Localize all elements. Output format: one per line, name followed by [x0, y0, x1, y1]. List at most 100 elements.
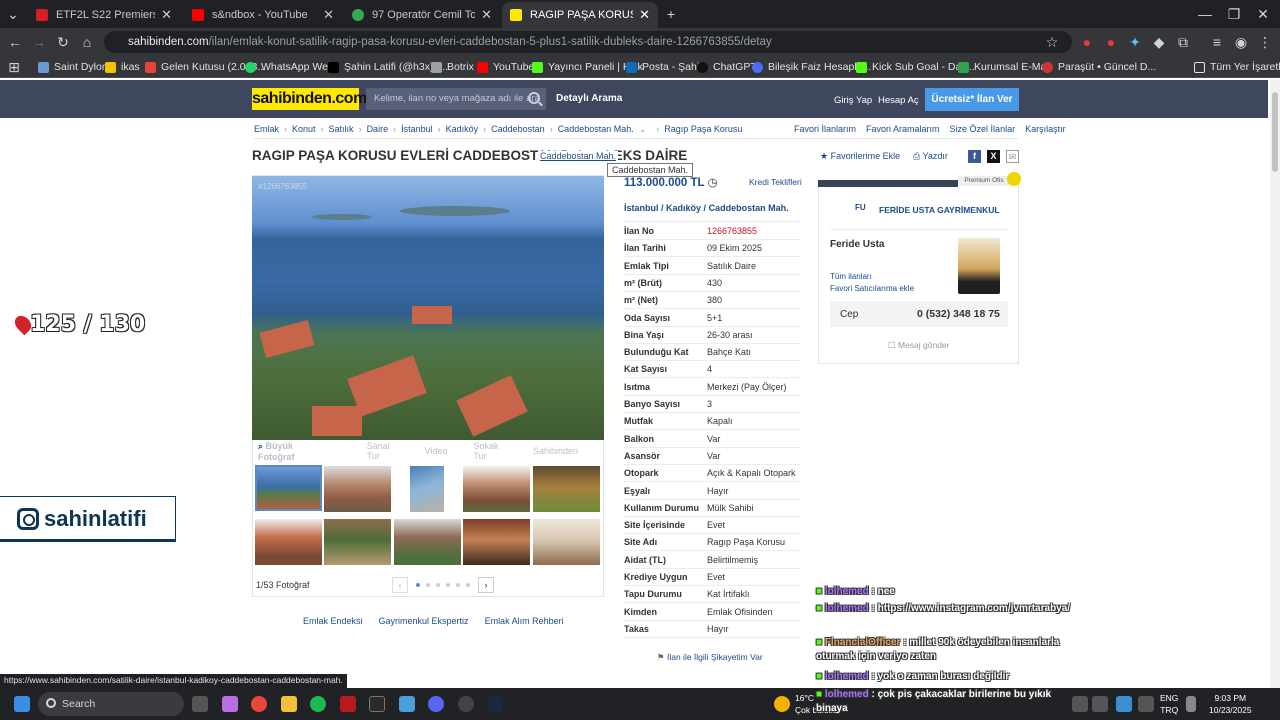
- main-listing-photo[interactable]: [252, 176, 604, 440]
- extensions-puzzle-icon[interactable]: ⧉: [1174, 33, 1192, 51]
- chrome-icon[interactable]: [251, 696, 267, 712]
- photo-thumbnail[interactable]: [324, 519, 391, 565]
- taskbar-search[interactable]: Search: [38, 692, 184, 716]
- breadcrumb-item[interactable]: Daire: [367, 124, 389, 135]
- breadcrumb-item[interactable]: Caddebostan: [491, 124, 545, 135]
- location-city[interactable]: İstanbul: [624, 203, 659, 213]
- street-tour-tab[interactable]: Sokak Tur: [473, 441, 507, 461]
- bookmark-item[interactable]: ChatGPT: [697, 59, 757, 75]
- photo-thumbnail[interactable]: [255, 519, 322, 565]
- complaint-link[interactable]: ⚑ İlan ile İlgili Şikayetim Var: [657, 652, 763, 663]
- bookmark-item[interactable]: Saint Dylon: [38, 59, 108, 75]
- browser-tab-3[interactable]: 97 Operatör Cemil Topuzlu Cd. ✕: [344, 2, 500, 28]
- page-dot[interactable]: [426, 583, 430, 587]
- profile-avatar-icon[interactable]: ◉: [1232, 33, 1250, 51]
- page-dot[interactable]: [466, 583, 470, 587]
- bookmark-item[interactable]: Botrix: [431, 59, 474, 75]
- bookmark-item[interactable]: WhatsApp Web: [245, 59, 334, 75]
- bookmark-item[interactable]: Paraşüt • Güncel D...: [1042, 59, 1156, 75]
- breadcrumb-item[interactable]: Konut: [292, 124, 316, 135]
- sahibinden-tab[interactable]: Sahibinden: [533, 446, 578, 456]
- location-neighborhood[interactable]: Caddebostan Mah.: [709, 203, 789, 213]
- back-icon[interactable]: ←: [6, 33, 24, 51]
- input-language[interactable]: ENG TRQ: [1160, 692, 1178, 716]
- post-ad-button[interactable]: Ücretsiz* İlan Ver: [925, 88, 1019, 111]
- task-view-icon[interactable]: [192, 696, 208, 712]
- compare-link[interactable]: Karşılaştır: [1025, 124, 1066, 134]
- favorite-searches-link[interactable]: Favori Aramalarım: [866, 124, 940, 134]
- sahibinden-logo[interactable]: sahibinden.com: [252, 88, 367, 110]
- breadcrumb-dropdown-link[interactable]: Caddebostan Mah.: [538, 151, 619, 161]
- breadcrumb-item[interactable]: Caddebostan Mah.: [558, 124, 634, 135]
- next-page-button[interactable]: ›: [478, 577, 494, 593]
- breadcrumb-item[interactable]: Satılık: [329, 124, 354, 135]
- bookmark-item[interactable]: YouTube: [477, 59, 534, 75]
- system-clock[interactable]: 9:03 PM 10/23/2025: [1209, 692, 1252, 716]
- browser-tab-4-active[interactable]: RAGIP PAŞA KORUSU EVLERİ C ✕: [502, 2, 658, 28]
- bookmark-item[interactable]: Kurumsal E-Mail: [958, 59, 1051, 75]
- favorite-listings-link[interactable]: Favori İlanlarım: [794, 124, 856, 134]
- login-link[interactable]: Giriş Yap: [834, 95, 872, 106]
- buying-guide-link[interactable]: Emlak Alım Rehberi: [485, 616, 564, 626]
- advanced-search-link[interactable]: Detaylı Arama: [556, 93, 622, 104]
- add-favorite-link[interactable]: ★ Favorilerime Ekle: [820, 151, 900, 162]
- discord-icon[interactable]: [428, 696, 444, 712]
- scrollbar-thumb[interactable]: [1272, 92, 1278, 172]
- apps-grid-icon[interactable]: ⊞: [5, 58, 23, 76]
- obs-icon[interactable]: [458, 696, 474, 712]
- app-icon[interactable]: [399, 696, 415, 712]
- windows-start-icon[interactable]: [14, 696, 30, 712]
- location-district[interactable]: Kadıköy: [666, 203, 701, 213]
- close-icon[interactable]: ✕: [323, 7, 334, 23]
- price-history-icon[interactable]: ◷: [708, 177, 718, 189]
- bookmark-item[interactable]: ikas: [105, 59, 140, 75]
- send-message-link[interactable]: ☐ Mesaj gönder: [888, 340, 950, 351]
- page-dot[interactable]: [456, 583, 460, 587]
- app-icon[interactable]: [340, 696, 356, 712]
- minimize-icon[interactable]: —: [1196, 5, 1214, 23]
- url-input[interactable]: sahibinden.com/ilan/emlak-konut-satilik-…: [104, 31, 1072, 53]
- reading-list-icon[interactable]: ≡: [1208, 33, 1226, 51]
- real-estate-index-link[interactable]: Emlak Endeksi: [303, 616, 363, 626]
- close-icon[interactable]: ✕: [161, 7, 172, 23]
- video-tab[interactable]: Video: [425, 446, 448, 456]
- chevron-down-icon[interactable]: ⌄: [639, 124, 647, 135]
- register-link[interactable]: Hesap Aç: [878, 95, 919, 106]
- email-icon[interactable]: ✉: [1006, 150, 1019, 163]
- restore-icon[interactable]: ❐: [1225, 5, 1243, 23]
- add-favorite-seller-link[interactable]: Favori Satıcılarıma ekle: [830, 284, 914, 293]
- spotify-icon[interactable]: [310, 696, 326, 712]
- extension-icon[interactable]: ●: [1102, 33, 1120, 51]
- tray-icon[interactable]: [1116, 696, 1132, 712]
- agency-name[interactable]: FERİDE USTA GAYRİMENKUL: [879, 205, 1000, 215]
- bookmark-item[interactable]: Kick Sub Goal - Dail...: [856, 59, 975, 75]
- page-dot-active[interactable]: [416, 583, 420, 587]
- extension-icon[interactable]: ◆: [1150, 33, 1168, 51]
- bookmark-item[interactable]: Posta - Şahin: [626, 59, 705, 75]
- virtual-tour-tab[interactable]: Sanal Tur: [367, 441, 399, 461]
- breadcrumb-item[interactable]: İstanbul: [401, 124, 433, 135]
- tray-icon[interactable]: [1092, 696, 1108, 712]
- all-ads-link[interactable]: Tüm ilanları: [830, 272, 872, 281]
- new-tab-icon[interactable]: +: [662, 5, 680, 23]
- tab-search-icon[interactable]: ⌄: [4, 5, 22, 23]
- bookmark-item[interactable]: Bileşik Faiz Hesapla...: [752, 59, 871, 75]
- menu-kebab-icon[interactable]: ⋮: [1256, 33, 1274, 51]
- forward-icon[interactable]: →: [30, 33, 48, 51]
- prev-page-button[interactable]: ‹: [392, 577, 408, 593]
- extension-icon[interactable]: ✦: [1126, 33, 1144, 51]
- page-dot[interactable]: [446, 583, 450, 587]
- print-link[interactable]: ⎙ Yazdır: [913, 151, 948, 162]
- photo-thumbnail[interactable]: [410, 466, 444, 512]
- microphone-icon[interactable]: [1138, 696, 1154, 712]
- appraisal-link[interactable]: Gayrimenkul Ekspertiz: [379, 616, 469, 626]
- search-icon[interactable]: [528, 92, 540, 104]
- x-twitter-icon[interactable]: X: [987, 150, 1000, 163]
- close-icon[interactable]: ✕: [639, 7, 650, 23]
- photo-thumbnail[interactable]: [463, 466, 530, 512]
- site-search-input[interactable]: Kelime, ilan no veya mağaza adı ile ara: [366, 88, 546, 110]
- extension-icon[interactable]: ●: [1078, 33, 1096, 51]
- big-photo-tab[interactable]: ⌕ Büyük Fotoğraf: [258, 441, 341, 462]
- close-icon[interactable]: ✕: [481, 7, 492, 23]
- photo-thumbnail[interactable]: [324, 466, 391, 512]
